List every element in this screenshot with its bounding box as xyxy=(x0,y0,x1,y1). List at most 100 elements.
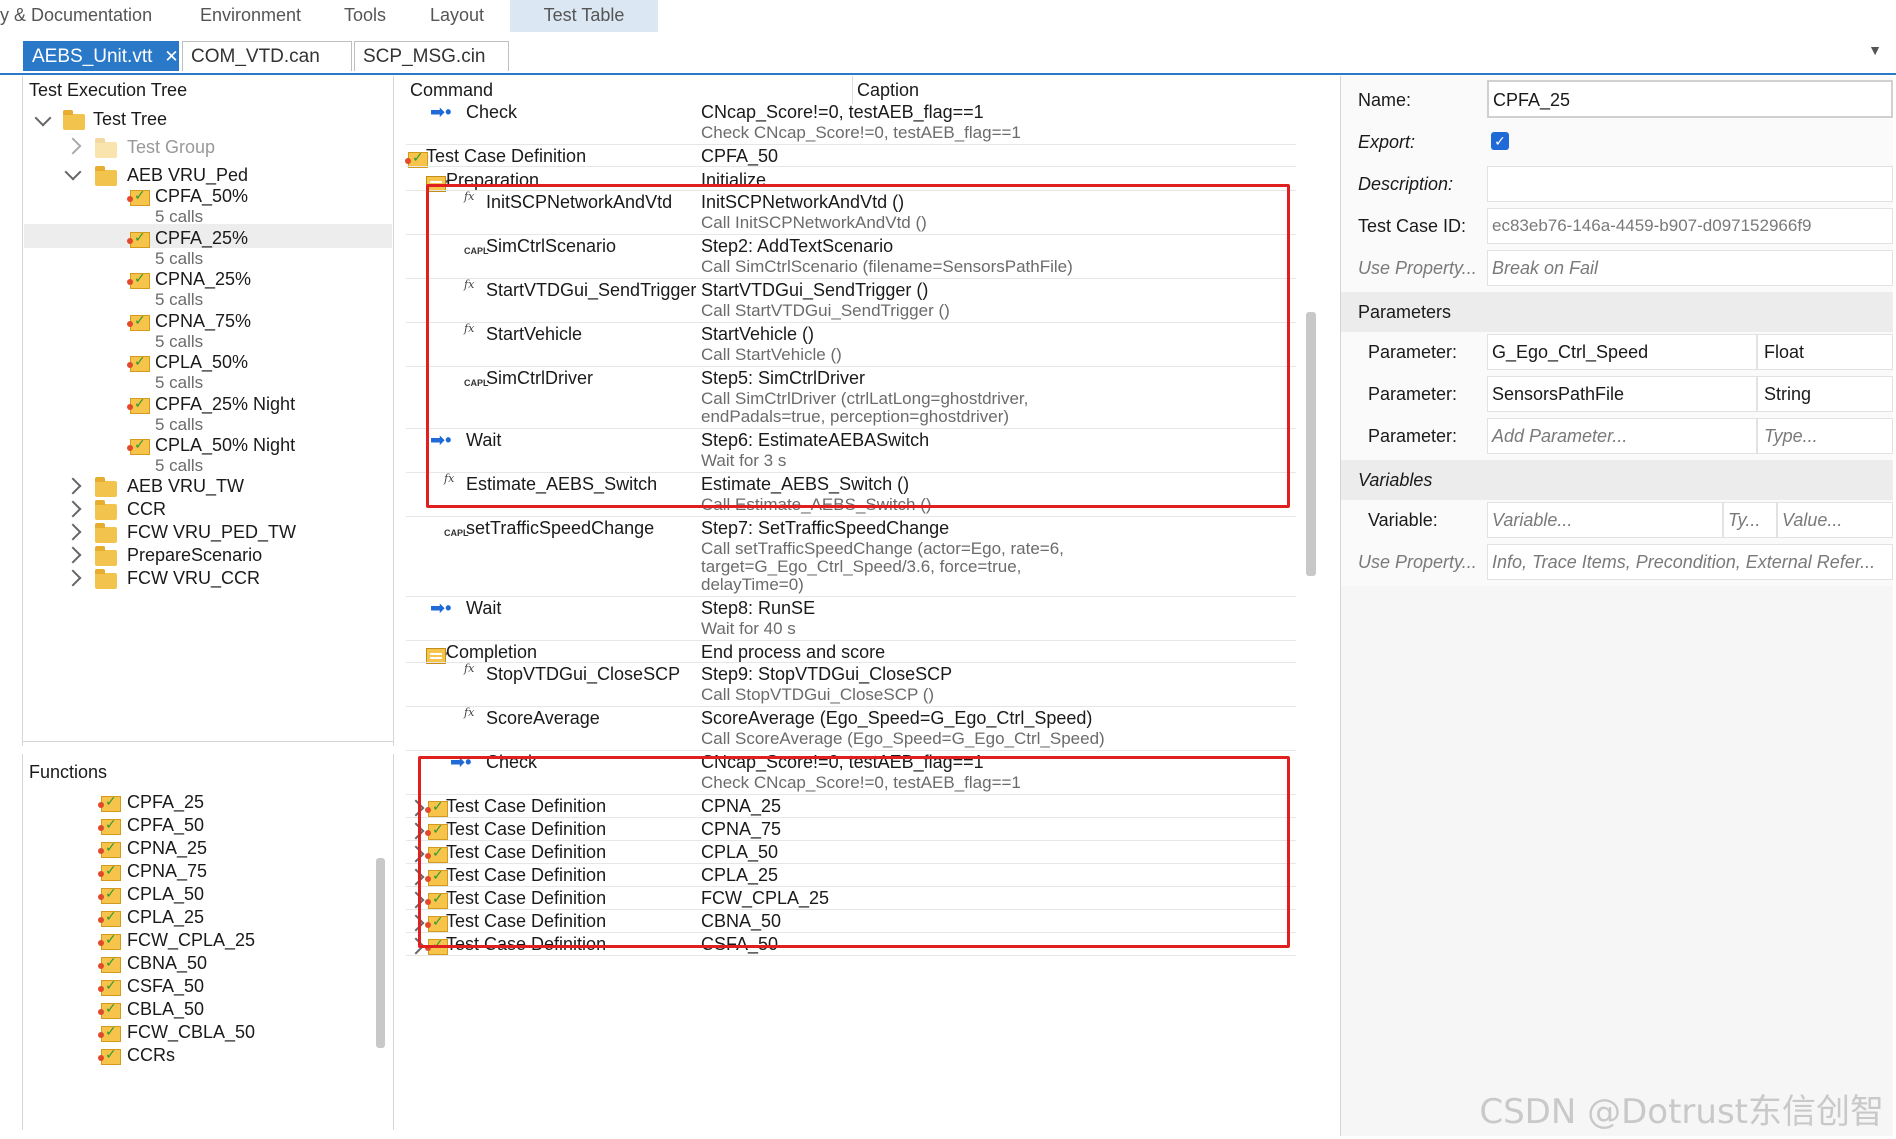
function-item[interactable]: CBNA_50 xyxy=(127,953,207,974)
ribbon-tab-test-table[interactable]: Test Table xyxy=(510,0,658,32)
folder-icon xyxy=(95,166,117,186)
chevron-right-icon[interactable] xyxy=(64,523,82,541)
function-item[interactable]: CPFA_25 xyxy=(127,792,204,813)
variable-type-field[interactable]: Ty... xyxy=(1723,502,1777,538)
doc-tab-aebs-unit[interactable]: AEBS_Unit.vtt ✕ xyxy=(23,41,179,71)
table-row-caption[interactable]: Step9: StopVTDGui_CloseSCP xyxy=(701,664,952,685)
tree-test-group[interactable]: Test Group xyxy=(127,137,215,158)
row-separator xyxy=(406,955,1296,956)
splitter[interactable] xyxy=(23,741,393,744)
add-type-placeholder: Type... xyxy=(1764,426,1818,446)
function-item[interactable]: CPLA_25 xyxy=(127,907,204,928)
variable-name-field[interactable]: Variable... xyxy=(1487,502,1723,538)
use-property-field-2[interactable]: Info, Trace Items, Precondition, Externa… xyxy=(1487,544,1893,580)
table-row-caption[interactable]: ScoreAverage (Ego_Speed=G_Ego_Ctrl_Speed… xyxy=(701,708,1092,729)
function-item[interactable]: CPNA_75 xyxy=(127,861,207,882)
chevron-right-icon[interactable] xyxy=(64,546,82,564)
table-row-caption[interactable]: CPFA_50 xyxy=(701,146,778,167)
function-item[interactable]: CPFA_50 xyxy=(127,815,204,836)
table-row-command[interactable]: ScoreAverage xyxy=(486,708,600,729)
document-tabs: AEBS_Unit.vtt ✕ COM_VTD.can SCP_MSG.cin ▼ xyxy=(0,38,1896,75)
param-type-field[interactable]: String xyxy=(1757,376,1893,412)
function-item[interactable]: CPNA_25 xyxy=(127,838,207,859)
function-item[interactable]: CCRs xyxy=(127,1045,175,1066)
doc-tab-scp-msg[interactable]: SCP_MSG.cin xyxy=(354,41,509,71)
table-row-command[interactable]: setTrafficSpeedChange xyxy=(466,518,654,539)
tree-case-label[interactable]: CPLA_50% xyxy=(155,352,248,373)
param-name-field[interactable]: SensorsPathFile xyxy=(1487,376,1757,412)
ribbon-tab-layout[interactable]: Layout xyxy=(416,0,498,32)
add-type-field[interactable]: Type... xyxy=(1757,418,1893,454)
table-row-command[interactable]: Check xyxy=(466,102,517,123)
function-icon xyxy=(98,816,121,835)
use-property-label[interactable]: Use Property... xyxy=(1358,258,1477,279)
tree-aeb-vru-ped[interactable]: AEB VRU_Ped xyxy=(127,165,248,186)
table-row-command[interactable]: Wait xyxy=(466,598,501,619)
chevron-right-icon[interactable] xyxy=(64,477,82,495)
ribbon-tab-environment[interactable]: Environment xyxy=(186,0,315,32)
function-icon xyxy=(98,931,121,950)
table-row-command[interactable]: StopVTDGui_CloseSCP xyxy=(486,664,680,685)
function-item[interactable]: FCW_CPLA_25 xyxy=(127,930,255,951)
export-checkbox[interactable]: ✓ xyxy=(1491,132,1509,150)
column-command[interactable]: Command xyxy=(410,80,493,101)
tree-case-label[interactable]: CPFA_50% xyxy=(155,186,248,207)
chevron-down-icon[interactable] xyxy=(64,163,82,181)
tree-case-label[interactable]: CPFA_25% Night xyxy=(155,394,295,415)
tree-folder-label[interactable]: FCW VRU_PED_TW xyxy=(127,522,296,543)
function-item[interactable]: FCW_CBLA_50 xyxy=(127,1022,255,1043)
export-label: Export: xyxy=(1358,132,1416,152)
tree-case-label[interactable]: CPLA_50% Night xyxy=(155,435,295,456)
name-field[interactable]: CPFA_25 xyxy=(1487,80,1893,118)
variable-value-field[interactable]: Value... xyxy=(1777,502,1893,538)
doc-tab-com-vtd[interactable]: COM_VTD.can xyxy=(182,41,352,71)
close-icon[interactable]: ✕ xyxy=(164,47,178,66)
chevron-right-icon[interactable] xyxy=(64,500,82,518)
table-row-caption[interactable]: Step8: RunSE xyxy=(701,598,815,619)
column-caption[interactable]: Caption xyxy=(857,80,919,101)
tree-folder-label[interactable]: FCW VRU_CCR xyxy=(127,568,260,589)
name-label: Name: xyxy=(1358,90,1412,110)
tree-folder-label[interactable]: AEB VRU_TW xyxy=(127,476,244,497)
folder-icon xyxy=(95,523,117,543)
test-case-id-field[interactable]: ec83eb76-146a-4459-b907-d097152966f9 xyxy=(1487,208,1893,244)
description-field[interactable] xyxy=(1487,166,1893,202)
test-tree-icon xyxy=(63,110,85,130)
table-row-caption[interactable]: CNcap_Score!=0, testAEB_flag==1 xyxy=(701,102,984,123)
param-type-field[interactable]: Float xyxy=(1757,334,1893,370)
param-name-field[interactable]: G_Ego_Ctrl_Speed xyxy=(1487,334,1757,370)
test-case-icon xyxy=(127,353,150,372)
table-row-caption[interactable]: End process and score xyxy=(701,642,885,663)
highlight-preparation xyxy=(426,184,1290,508)
functions-scrollbar[interactable] xyxy=(376,858,385,1048)
table-row-command[interactable]: Test Case Definition xyxy=(426,146,586,167)
add-parameter-field[interactable]: Add Parameter... xyxy=(1487,418,1757,454)
table-row-command[interactable]: Completion xyxy=(446,642,537,663)
chevron-down-icon[interactable]: ▼ xyxy=(1868,42,1882,58)
table-row-detail: Call StopVTDGui_CloseSCP () xyxy=(701,685,935,704)
variables-header: Variables xyxy=(1358,470,1433,490)
tree-case-label[interactable]: CPNA_25% xyxy=(155,269,251,290)
table-row-caption[interactable]: Step7: SetTrafficSpeedChange xyxy=(701,518,949,539)
tree-root[interactable]: Test Tree xyxy=(93,109,167,130)
use-property-label-2[interactable]: Use Property... xyxy=(1358,552,1477,573)
ribbon-tab-documentation[interactable]: y & Documentation xyxy=(0,0,166,32)
tree-case-label[interactable]: CPFA_25% xyxy=(155,228,248,249)
ribbon-tab-tools[interactable]: Tools xyxy=(330,0,400,32)
tree-folder-label[interactable]: CCR xyxy=(127,499,166,520)
function-item[interactable]: CSFA_50 xyxy=(127,976,204,997)
chevron-right-icon[interactable] xyxy=(64,569,82,587)
functions-header: Functions xyxy=(29,762,108,782)
variables-section: Variables xyxy=(1341,460,1893,500)
function-item[interactable]: CPLA_50 xyxy=(127,884,204,905)
function-item[interactable]: CBLA_50 xyxy=(127,999,204,1020)
row-separator xyxy=(406,640,1296,641)
chevron-right-icon[interactable] xyxy=(64,137,82,155)
tree-case-calls: 5 calls xyxy=(155,248,204,268)
table-scrollbar[interactable] xyxy=(1306,312,1316,576)
tree-folder-label[interactable]: PrepareScenario xyxy=(127,545,262,566)
use-property-field[interactable]: Break on Fail xyxy=(1487,250,1893,286)
chevron-down-icon[interactable] xyxy=(34,109,52,127)
tree-case-label[interactable]: CPNA_75% xyxy=(155,311,251,332)
row-separator xyxy=(406,706,1296,707)
